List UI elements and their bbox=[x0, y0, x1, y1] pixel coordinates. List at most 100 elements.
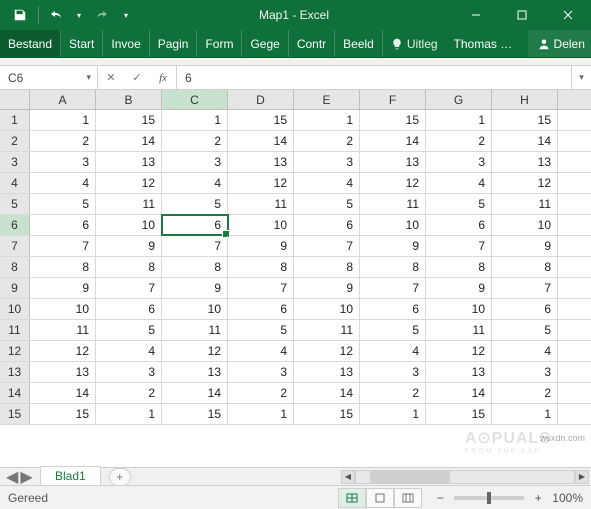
cell[interactable]: 6 bbox=[294, 215, 360, 235]
cell[interactable]: 11 bbox=[492, 194, 558, 214]
cell[interactable]: 2 bbox=[228, 383, 294, 403]
cell[interactable]: 2 bbox=[294, 131, 360, 151]
cell[interactable]: 5 bbox=[426, 194, 492, 214]
cell[interactable]: 15 bbox=[228, 110, 294, 130]
zoom-out-button[interactable]: − bbox=[432, 490, 448, 506]
cell[interactable]: 4 bbox=[228, 341, 294, 361]
cell[interactable]: 2 bbox=[162, 131, 228, 151]
scroll-left-button[interactable]: ◀ bbox=[341, 470, 355, 484]
cell[interactable]: 3 bbox=[96, 362, 162, 382]
select-all-corner[interactable] bbox=[0, 90, 30, 109]
cell[interactable]: 11 bbox=[162, 320, 228, 340]
cell[interactable]: 8 bbox=[30, 257, 96, 277]
cell[interactable]: 5 bbox=[294, 194, 360, 214]
cell[interactable]: 13 bbox=[228, 152, 294, 172]
cell[interactable]: 8 bbox=[492, 257, 558, 277]
cell[interactable]: 9 bbox=[96, 236, 162, 256]
cell[interactable]: 14 bbox=[162, 383, 228, 403]
scroll-right-button[interactable]: ▶ bbox=[575, 470, 589, 484]
row-header[interactable]: 15 bbox=[0, 404, 30, 424]
cell[interactable]: 13 bbox=[360, 152, 426, 172]
cell[interactable]: 13 bbox=[492, 152, 558, 172]
cell[interactable]: 13 bbox=[426, 362, 492, 382]
cell[interactable]: 6 bbox=[96, 299, 162, 319]
cell[interactable]: 5 bbox=[96, 320, 162, 340]
row-header[interactable]: 14 bbox=[0, 383, 30, 403]
row-header[interactable]: 5 bbox=[0, 194, 30, 214]
cell[interactable]: 5 bbox=[162, 194, 228, 214]
cell[interactable]: 4 bbox=[492, 341, 558, 361]
zoom-in-button[interactable]: + bbox=[530, 490, 546, 506]
tab-file[interactable]: Bestand bbox=[0, 30, 61, 57]
cell[interactable]: 11 bbox=[30, 320, 96, 340]
cell[interactable]: 15 bbox=[294, 404, 360, 424]
cell[interactable]: 9 bbox=[294, 278, 360, 298]
cell[interactable]: 12 bbox=[228, 173, 294, 193]
cell[interactable]: 1 bbox=[294, 110, 360, 130]
qat-customize[interactable]: ▾ bbox=[117, 2, 135, 28]
row-header[interactable]: 1 bbox=[0, 110, 30, 130]
cell[interactable]: 1 bbox=[492, 404, 558, 424]
cell[interactable]: 14 bbox=[228, 131, 294, 151]
cell[interactable]: 2 bbox=[96, 383, 162, 403]
cell[interactable]: 2 bbox=[426, 131, 492, 151]
row-header[interactable]: 4 bbox=[0, 173, 30, 193]
cell[interactable]: 11 bbox=[96, 194, 162, 214]
tab-view[interactable]: Beeld bbox=[335, 30, 383, 57]
cell[interactable]: 4 bbox=[426, 173, 492, 193]
cell[interactable]: 3 bbox=[162, 152, 228, 172]
cell[interactable]: 8 bbox=[426, 257, 492, 277]
cell[interactable]: 6 bbox=[426, 215, 492, 235]
cell[interactable]: 6 bbox=[492, 299, 558, 319]
tab-data[interactable]: Gege bbox=[242, 30, 288, 57]
close-button[interactable] bbox=[545, 0, 591, 30]
formula-bar-expand[interactable]: ▾ bbox=[571, 66, 591, 89]
column-header[interactable]: C bbox=[162, 90, 228, 109]
row-header[interactable]: 2 bbox=[0, 131, 30, 151]
row-header[interactable]: 12 bbox=[0, 341, 30, 361]
scrollbar-thumb[interactable] bbox=[370, 471, 450, 483]
zoom-slider[interactable] bbox=[454, 496, 524, 500]
row-header[interactable]: 7 bbox=[0, 236, 30, 256]
save-button[interactable] bbox=[6, 2, 34, 28]
cell[interactable]: 14 bbox=[96, 131, 162, 151]
cell[interactable]: 7 bbox=[294, 236, 360, 256]
tellme-search[interactable]: Uitleg bbox=[383, 30, 446, 57]
column-header[interactable]: B bbox=[96, 90, 162, 109]
cell[interactable]: 4 bbox=[96, 341, 162, 361]
cell[interactable]: 2 bbox=[492, 383, 558, 403]
cell[interactable]: 12 bbox=[426, 341, 492, 361]
formula-input[interactable] bbox=[176, 66, 571, 89]
row-header[interactable]: 6 bbox=[0, 215, 30, 235]
cell[interactable]: 9 bbox=[162, 278, 228, 298]
cell[interactable]: 3 bbox=[30, 152, 96, 172]
cell[interactable]: 4 bbox=[294, 173, 360, 193]
cell[interactable]: 7 bbox=[360, 278, 426, 298]
cell[interactable]: 12 bbox=[294, 341, 360, 361]
cell[interactable]: 1 bbox=[30, 110, 96, 130]
cell[interactable]: 15 bbox=[360, 110, 426, 130]
cell[interactable]: 14 bbox=[30, 383, 96, 403]
view-normal-button[interactable] bbox=[338, 488, 366, 508]
cell[interactable]: 3 bbox=[426, 152, 492, 172]
view-pagelayout-button[interactable] bbox=[366, 488, 394, 508]
cell[interactable]: 10 bbox=[294, 299, 360, 319]
cell[interactable]: 15 bbox=[426, 404, 492, 424]
column-header[interactable]: G bbox=[426, 90, 492, 109]
cell[interactable]: 9 bbox=[492, 236, 558, 256]
undo-dropdown[interactable]: ▾ bbox=[73, 2, 85, 28]
cell[interactable]: 4 bbox=[162, 173, 228, 193]
sheet-tab-active[interactable]: Blad1 bbox=[40, 466, 101, 485]
cell[interactable]: 13 bbox=[96, 152, 162, 172]
cell[interactable]: 15 bbox=[162, 404, 228, 424]
cell[interactable]: 8 bbox=[96, 257, 162, 277]
cell[interactable]: 8 bbox=[360, 257, 426, 277]
row-header[interactable]: 8 bbox=[0, 257, 30, 277]
cell[interactable]: 9 bbox=[30, 278, 96, 298]
cell[interactable]: 8 bbox=[162, 257, 228, 277]
cell[interactable]: 7 bbox=[96, 278, 162, 298]
cell[interactable]: 13 bbox=[294, 362, 360, 382]
sheet-nav-next[interactable]: ▶ bbox=[20, 467, 32, 487]
column-header[interactable]: A bbox=[30, 90, 96, 109]
cell[interactable]: 1 bbox=[96, 404, 162, 424]
